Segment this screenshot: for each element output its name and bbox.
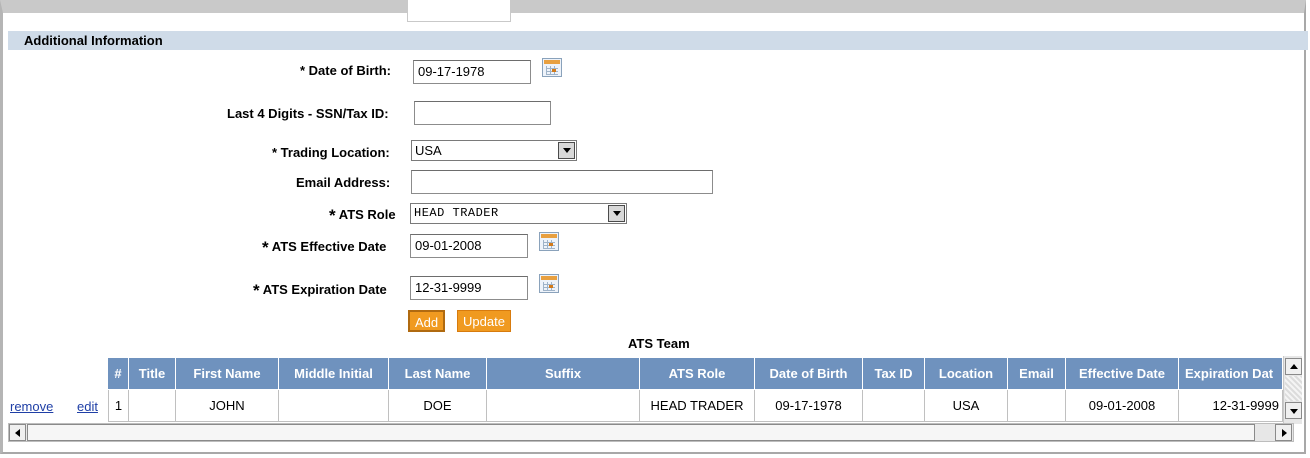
- add-button[interactable]: Add: [408, 310, 446, 332]
- col-header-location: Location: [925, 358, 1008, 389]
- scroll-left-button[interactable]: [9, 424, 26, 441]
- chevron-down-icon[interactable]: [608, 205, 625, 222]
- ats-expiration-label-text: ATS Expiration Date: [262, 282, 387, 297]
- vertical-scrollbar[interactable]: [1283, 356, 1302, 424]
- scroll-thumb[interactable]: [27, 424, 1255, 441]
- horizontal-scrollbar[interactable]: [8, 423, 1294, 442]
- ats-team-title: ATS Team: [628, 336, 690, 351]
- col-header-ats-role: ATS Role: [640, 358, 755, 389]
- table-cell-effective-date: 09-01-2008: [1066, 390, 1179, 422]
- email-field[interactable]: [411, 170, 713, 194]
- expiration-calendar-icon[interactable]: [539, 274, 559, 293]
- email-label: Email Address:: [296, 175, 391, 190]
- dob-label: * Date of Birth:: [300, 63, 391, 78]
- arrow-up-icon: [1290, 364, 1298, 369]
- col-header-email: Email: [1008, 358, 1066, 389]
- dob-calendar-icon[interactable]: [542, 58, 562, 77]
- section-header: Additional Information: [8, 31, 1308, 50]
- table-cell-title: [129, 390, 176, 422]
- scroll-down-button[interactable]: [1285, 402, 1302, 419]
- arrow-left-icon: [15, 429, 20, 437]
- trading-location-label: * Trading Location:: [272, 145, 390, 160]
- trading-location-value: USA: [415, 143, 442, 158]
- col-header-last-name: Last Name: [389, 358, 487, 389]
- col-header-tax-id: Tax ID: [863, 358, 925, 389]
- ats-effective-label: * ATS Effective Date: [262, 238, 386, 258]
- chevron-down-icon[interactable]: [558, 142, 575, 159]
- table-cell-suffix: [487, 390, 640, 422]
- dob-field[interactable]: 09-17-1978: [413, 60, 531, 84]
- ats-effective-field[interactable]: 09-01-2008: [410, 234, 528, 258]
- ats-role-label: * ATS Role: [329, 206, 396, 226]
- table-cell-last-name: DOE: [389, 390, 487, 422]
- ats-role-value: HEAD TRADER: [414, 206, 499, 220]
- col-header-title: Title: [129, 358, 176, 389]
- col-header-num: #: [108, 358, 129, 389]
- scroll-up-button[interactable]: [1285, 358, 1302, 375]
- edit-link[interactable]: edit: [77, 399, 98, 414]
- col-header-middle-initial: Middle Initial: [279, 358, 389, 389]
- ats-role-select[interactable]: HEAD TRADER: [410, 203, 627, 224]
- table-cell-num: 1: [108, 390, 129, 422]
- col-header-suffix: Suffix: [487, 358, 640, 389]
- arrow-down-icon: [1290, 409, 1298, 414]
- table-cell-middle-initial: [279, 390, 389, 422]
- top-tab-stub: [407, 0, 511, 22]
- ssn-label: Last 4 Digits - SSN/Tax ID:: [227, 106, 389, 121]
- table-cell-expiration-date: 12-31-9999: [1179, 390, 1283, 422]
- table-cell-dob: 09-17-1978: [755, 390, 863, 422]
- required-asterisk: *: [262, 238, 269, 257]
- col-header-expiration-date: Expiration Dat: [1179, 358, 1283, 389]
- required-asterisk: *: [253, 281, 260, 300]
- update-button[interactable]: Update: [457, 310, 511, 332]
- ats-expiration-field[interactable]: 12-31-9999: [410, 276, 528, 300]
- table-cell-email: [1008, 390, 1066, 422]
- col-header-effective-date: Effective Date: [1066, 358, 1179, 389]
- scroll-track: [1285, 376, 1302, 401]
- scroll-right-button[interactable]: [1275, 424, 1292, 441]
- effective-calendar-icon[interactable]: [539, 232, 559, 251]
- ats-effective-label-text: ATS Effective Date: [271, 239, 387, 254]
- required-asterisk: *: [329, 206, 336, 225]
- ssn-field[interactable]: [414, 101, 551, 125]
- arrow-right-icon: [1282, 429, 1287, 437]
- col-header-first-name: First Name: [176, 358, 279, 389]
- trading-location-select[interactable]: USA: [411, 140, 577, 161]
- table-cell-first-name: JOHN: [176, 390, 279, 422]
- table-cell-ats-role: HEAD TRADER: [640, 390, 755, 422]
- ats-expiration-label: * ATS Expiration Date: [253, 281, 387, 301]
- ats-role-label-text: ATS Role: [338, 207, 396, 222]
- table-cell-tax-id: [863, 390, 925, 422]
- table-cell-location: USA: [925, 390, 1008, 422]
- remove-link[interactable]: remove: [10, 399, 53, 414]
- col-header-dob: Date of Birth: [755, 358, 863, 389]
